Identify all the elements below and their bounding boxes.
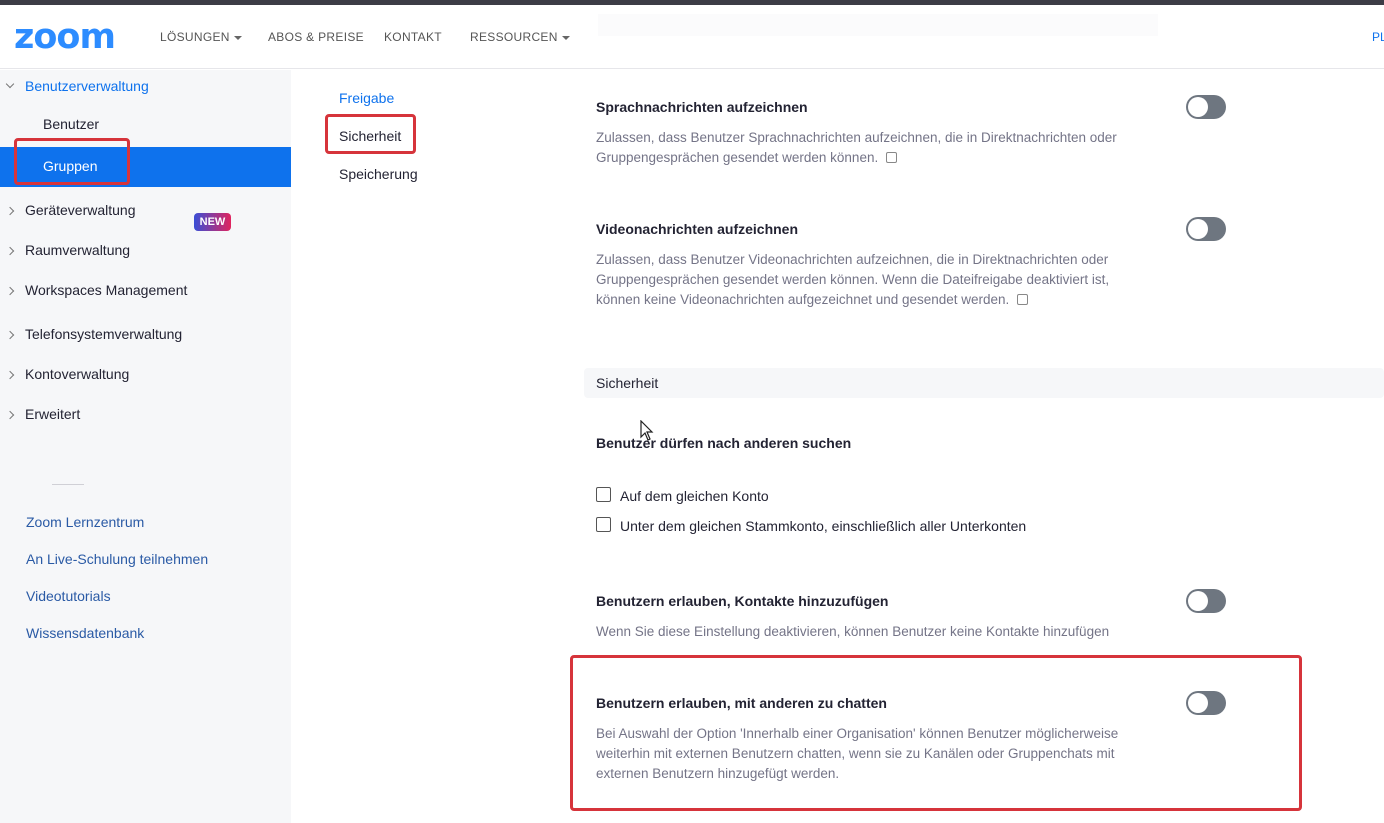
checkbox-same-account-label[interactable]: Auf dem gleichen Konto	[620, 488, 769, 504]
chevron-right-icon	[5, 246, 15, 256]
chevron-down-icon	[233, 35, 242, 40]
nav-solutions[interactable]: LÖSUNGEN	[160, 30, 242, 44]
toggle-knob	[1188, 591, 1208, 611]
add-contacts-toggle[interactable]	[1186, 589, 1226, 613]
nav-resources[interactable]: RESSOURCEN	[470, 30, 570, 44]
voice-messages-title: Sprachnachrichten aufzeichnen	[596, 99, 808, 115]
new-badge: NEW	[194, 213, 231, 231]
link-knowledge-base[interactable]: Wissensdatenbank	[26, 625, 144, 641]
nav-contact[interactable]: KONTAKT	[384, 30, 442, 44]
toggle-knob	[1188, 97, 1208, 117]
highlight-box-chat-setting	[570, 655, 1302, 811]
nav-pricing[interactable]: ABOS & PREISE	[268, 30, 364, 44]
info-icon[interactable]	[1017, 294, 1029, 305]
video-messages-title: Videonachrichten aufzeichnen	[596, 221, 799, 237]
add-contacts-description: Wenn Sie diese Einstellung deaktivieren,…	[596, 624, 1110, 639]
sidebar-item-device-management[interactable]: Geräteverwaltung	[0, 194, 291, 234]
checkbox-same-master-account-label[interactable]: Unter dem gleichen Stammkonto, einschlie…	[620, 518, 1026, 534]
chevron-right-icon	[5, 370, 15, 380]
highlight-box-groups	[14, 138, 130, 185]
highlight-box-security	[325, 114, 416, 154]
subnav-sharing[interactable]: Freigabe	[339, 90, 394, 106]
scrolled-content-remnant	[598, 14, 1158, 36]
checkbox-same-master-account[interactable]	[596, 517, 611, 532]
sidebar-item-user-management[interactable]: Benutzerverwaltung	[0, 70, 291, 110]
toggle-knob	[1188, 219, 1208, 239]
link-video-tutorials[interactable]: Videotutorials	[26, 588, 111, 604]
search-others-title: Benutzer dürfen nach anderen suchen	[596, 435, 852, 451]
voice-messages-description: Zulassen, dass Benutzer Sprachnachrichte…	[596, 130, 1117, 165]
sidebar-item-advanced[interactable]: Erweitert	[0, 398, 291, 438]
chevron-right-icon	[5, 410, 15, 420]
chevron-right-icon	[5, 330, 15, 340]
sidebar-item-room-management[interactable]: Raumverwaltung	[0, 234, 291, 274]
chevron-right-icon	[5, 206, 15, 216]
voice-messages-toggle[interactable]	[1186, 95, 1226, 119]
add-contacts-title: Benutzern erlauben, Kontakte hinzuzufüge…	[596, 593, 889, 609]
chevron-down-icon	[5, 79, 15, 89]
subnav-storage[interactable]: Speicherung	[339, 166, 418, 182]
top-header: zoom LÖSUNGEN ABOS & PREISE KONTAKT RESS…	[0, 5, 1384, 69]
video-messages-description: Zulassen, dass Benutzer Videonachrichten…	[596, 252, 1110, 307]
sidebar-item-workspaces[interactable]: Workspaces Management	[0, 274, 291, 314]
video-messages-toggle[interactable]	[1186, 217, 1226, 241]
sidebar-item-phone-system[interactable]: Telefonsystemverwaltung	[0, 318, 291, 358]
info-icon[interactable]	[886, 152, 898, 163]
link-live-training[interactable]: An Live-Schulung teilnehmen	[26, 551, 208, 567]
section-header-security: Sicherheit	[584, 368, 1384, 398]
zoom-logo[interactable]: zoom	[14, 17, 116, 57]
sidebar-item-account-management[interactable]: Kontoverwaltung	[0, 358, 291, 398]
chevron-right-icon	[5, 286, 15, 296]
checkbox-same-account[interactable]	[596, 487, 611, 502]
mouse-pointer-icon	[640, 420, 654, 441]
chevron-down-icon	[561, 35, 570, 40]
link-learning-center[interactable]: Zoom Lernzentrum	[26, 514, 144, 530]
nav-plan-link-cut[interactable]: PL	[1372, 30, 1384, 44]
sidebar-divider	[52, 484, 84, 485]
